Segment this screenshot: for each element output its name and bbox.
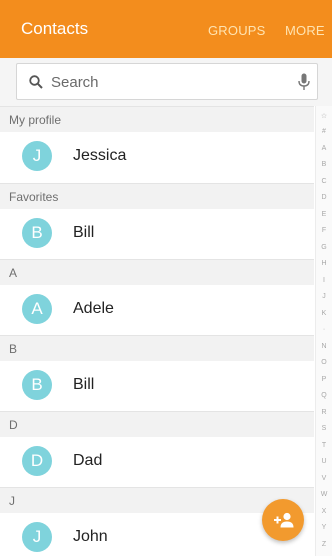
index-letter[interactable]: Z [316,541,332,548]
groups-button[interactable]: GROUPS [208,23,266,38]
contact-row-jessica[interactable]: J Jessica [0,132,314,182]
index-letter[interactable]: O [316,359,332,366]
index-letter[interactable]: K [316,310,332,317]
avatar: J [22,522,52,552]
search-bar [0,58,332,106]
index-letter[interactable]: B [316,161,332,168]
index-letter[interactable]: C [316,178,332,185]
index-letter[interactable]: U [316,458,332,465]
section-header-favorites: Favorites [0,183,314,209]
add-contact-button[interactable] [262,499,304,541]
contact-name: Bill [73,376,95,393]
index-letter[interactable]: W [316,491,332,498]
contact-name: Jessica [73,147,127,164]
index-letter[interactable]: S [316,425,332,432]
index-letter[interactable]: D [316,194,332,201]
section-header-b: B [0,335,314,361]
index-letter[interactable]: X [316,508,332,515]
index-letter[interactable]: N [316,343,332,350]
contact-name: Bill [73,224,95,241]
index-letter[interactable]: H [316,260,332,267]
search-icon [29,75,43,89]
avatar: B [22,370,52,400]
section-header-d: D [0,411,314,437]
index-letter[interactable]: P [316,376,332,383]
contact-name: John [73,528,108,545]
index-letter[interactable]: ☆ [316,112,332,120]
contact-row-bill[interactable]: B Bill [0,361,314,411]
contact-name: Dad [73,452,103,469]
index-letter[interactable]: Q [316,392,332,399]
index-letter[interactable]: Y [316,524,332,531]
index-letter[interactable]: G [316,244,332,251]
index-letter[interactable]: R [316,409,332,416]
index-letter[interactable]: · [316,326,332,333]
add-contact-icon [274,512,294,528]
page-title: Contacts [21,19,89,38]
index-letter[interactable]: # [316,128,332,135]
contact-row-adele[interactable]: A Adele [0,285,314,335]
avatar: B [22,218,52,248]
index-letter[interactable]: E [316,211,332,218]
section-header-my-profile: My profile [0,106,314,132]
app-bar: Contacts GROUPS MORE [0,0,332,58]
section-header-a: A [0,259,314,285]
contact-row-dad[interactable]: D Dad [0,437,314,487]
avatar: D [22,446,52,476]
more-button[interactable]: MORE [285,23,325,38]
index-letter[interactable]: V [316,475,332,482]
search-box[interactable] [16,63,318,100]
contact-name: Adele [73,300,114,317]
contact-row-bill-favorite[interactable]: B Bill [0,209,314,259]
index-letter[interactable]: A [316,145,332,152]
avatar: J [22,141,52,171]
search-input[interactable] [51,70,271,94]
index-letter[interactable]: I [316,277,332,284]
index-letter[interactable]: F [316,227,332,234]
index-letter[interactable]: J [316,293,332,300]
alphabet-index-scroller[interactable]: ☆ # A B C D E F G H I J K · N O P Q R S T U V W X Y Z [315,106,332,556]
microphone-icon[interactable] [298,73,310,91]
avatar: A [22,294,52,324]
index-letter[interactable]: T [316,442,332,449]
